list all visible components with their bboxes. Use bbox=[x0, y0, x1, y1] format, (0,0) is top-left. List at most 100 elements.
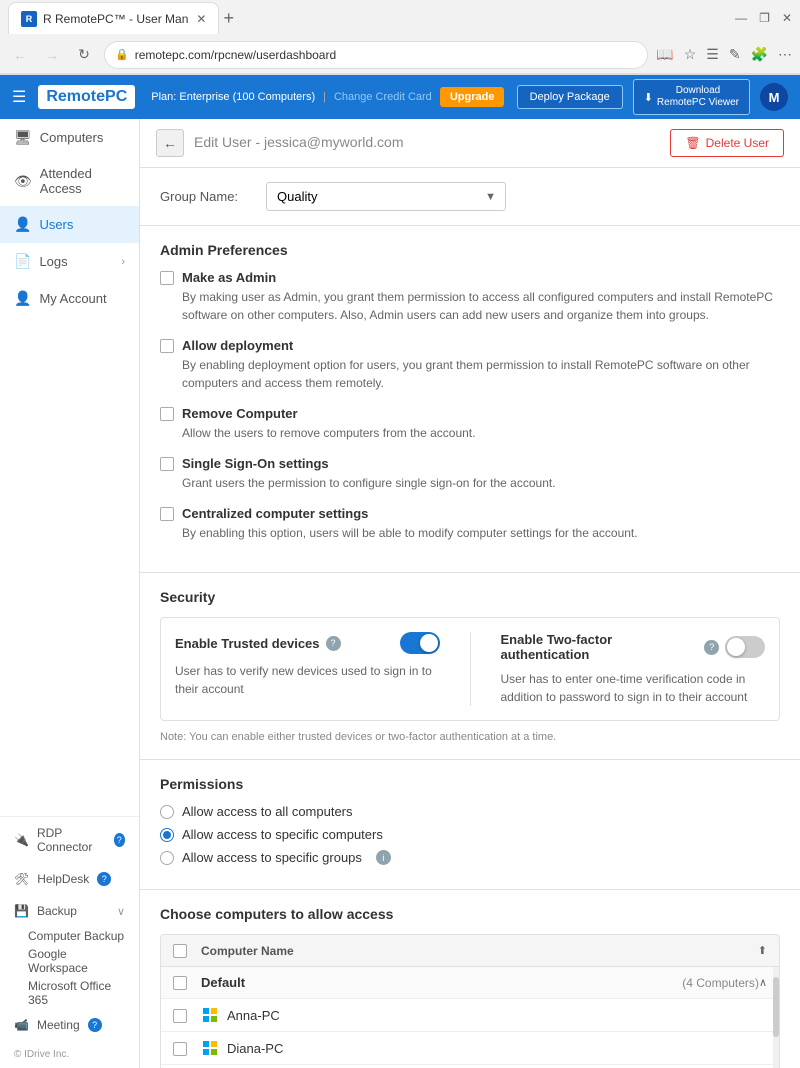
delete-user-button[interactable]: 🗑 Delete User bbox=[670, 129, 784, 157]
pref-remove-computer: Remove Computer Allow the users to remov… bbox=[160, 406, 780, 442]
group-default-name: Default bbox=[201, 975, 678, 990]
pref-centralized-computer: Centralized computer settings By enablin… bbox=[160, 506, 780, 542]
sort-icon[interactable]: ⬆ bbox=[758, 944, 767, 957]
trusted-devices-toggle[interactable] bbox=[400, 632, 440, 654]
topbar-right: Deploy Package ⬇ DownloadRemotePC Viewer… bbox=[517, 79, 788, 115]
header-checkbox[interactable] bbox=[173, 944, 187, 958]
sidebar-item-rdp-connector[interactable]: 🔌 RDP Connector ? bbox=[0, 817, 139, 863]
admin-preferences-title: Admin Preferences bbox=[160, 242, 780, 258]
anna-checkbox[interactable] bbox=[173, 1009, 187, 1023]
two-factor-toggle[interactable] bbox=[725, 636, 765, 658]
sidebar-item-users[interactable]: 👤 Users bbox=[0, 206, 139, 243]
diana-checkbox[interactable] bbox=[173, 1042, 187, 1056]
tab-close-icon[interactable]: ✕ bbox=[196, 12, 206, 26]
deploy-package-button[interactable]: Deploy Package bbox=[517, 85, 623, 109]
single-signon-desc: Grant users the permission to configure … bbox=[182, 474, 780, 492]
pref-allow-deployment: Allow deployment By enabling deployment … bbox=[160, 338, 780, 392]
sidebar-item-meeting[interactable]: 📹 Meeting ? bbox=[0, 1009, 139, 1041]
sidebar-item-computers[interactable]: 🖥 Computers bbox=[0, 119, 139, 156]
group-default-checkbox[interactable] bbox=[173, 976, 187, 990]
back-nav-button[interactable]: ← bbox=[8, 43, 32, 67]
specific-groups-info-icon[interactable]: i bbox=[376, 850, 391, 865]
permission-all-computers-radio[interactable] bbox=[160, 805, 174, 819]
back-button[interactable]: ← bbox=[156, 129, 184, 157]
permission-specific-groups-radio[interactable] bbox=[160, 851, 174, 865]
new-tab-button[interactable]: + bbox=[223, 8, 234, 29]
make-admin-checkbox[interactable] bbox=[160, 271, 174, 285]
computers-section: Choose computers to allow access Compute… bbox=[140, 890, 800, 1068]
allow-deployment-checkbox[interactable] bbox=[160, 339, 174, 353]
profile-icon[interactable]: ✎ bbox=[729, 46, 741, 63]
single-signon-label[interactable]: Single Sign-On settings bbox=[182, 456, 329, 471]
sidebar-label-users: Users bbox=[39, 217, 73, 232]
remove-computer-desc: Allow the users to remove computers from… bbox=[182, 424, 780, 442]
menu-icon[interactable]: ☰ bbox=[706, 46, 719, 63]
minimize-icon[interactable]: — bbox=[735, 11, 747, 25]
group-default-chevron-icon[interactable]: ∧ bbox=[759, 976, 767, 989]
user-avatar[interactable]: M bbox=[760, 83, 788, 111]
permissions-section: Permissions Allow access to all computer… bbox=[140, 760, 800, 890]
browser-tab[interactable]: R R RemotePC™ - User Man ✕ bbox=[8, 2, 219, 34]
allow-deployment-desc: By enabling deployment option for users,… bbox=[182, 356, 780, 392]
favorites-icon[interactable]: ☆ bbox=[684, 46, 697, 63]
two-factor-item: Enable Two-factor authentication ? User … bbox=[501, 632, 766, 706]
rdp-help-icon[interactable]: ? bbox=[114, 833, 125, 847]
two-factor-info-icon[interactable]: ? bbox=[704, 640, 719, 655]
address-bar[interactable]: 🔒 remotepc.com/rpcnew/userdashboard bbox=[104, 41, 648, 69]
permission-specific-groups-label: Allow access to specific groups bbox=[182, 850, 362, 865]
group-select[interactable]: Quality Default Engineering Marketing bbox=[266, 182, 506, 211]
computer-group-default[interactable]: Default (4 Computers) ∧ bbox=[161, 967, 779, 999]
two-factor-toggle-thumb bbox=[727, 638, 745, 656]
computers-table-header: Computer Name ⬆ bbox=[161, 935, 779, 967]
bookmarks-icon[interactable]: 📖 bbox=[656, 46, 673, 63]
sidebar-label-meeting: Meeting bbox=[37, 1018, 80, 1032]
diana-computer-name: Diana-PC bbox=[227, 1041, 283, 1056]
logs-arrow-icon: › bbox=[121, 256, 125, 268]
change-credit-link[interactable]: Change Credit Card bbox=[334, 91, 432, 103]
sidebar-item-google-workspace[interactable]: Google Workspace bbox=[0, 945, 139, 977]
group-name-label: Group Name: bbox=[160, 189, 250, 204]
hamburger-icon[interactable]: ☰ bbox=[12, 87, 26, 107]
reload-nav-button[interactable]: ↻ bbox=[72, 43, 96, 67]
sidebar-item-microsoft-office[interactable]: Microsoft Office 365 bbox=[0, 977, 139, 1009]
browser-tools: 📖 ☆ ☰ ✎ 🧩 ⋯ bbox=[656, 46, 792, 63]
make-admin-desc: By making user as Admin, you grant them … bbox=[182, 288, 780, 324]
allow-deployment-label[interactable]: Allow deployment bbox=[182, 338, 293, 353]
backup-icon: 💾 bbox=[14, 904, 29, 918]
sidebar-item-computer-backup[interactable]: Computer Backup bbox=[0, 927, 139, 945]
security-row: Enable Trusted devices ? User has to ver… bbox=[175, 632, 765, 706]
computers-scroll[interactable]: Default (4 Computers) ∧ bbox=[161, 967, 779, 1068]
sidebar-item-backup[interactable]: 💾 Backup ∨ bbox=[0, 895, 139, 927]
close-window-icon[interactable]: ✕ bbox=[782, 11, 792, 25]
remove-computer-checkbox[interactable] bbox=[160, 407, 174, 421]
scrollbar-thumb[interactable] bbox=[773, 977, 779, 1037]
helpdesk-help-icon[interactable]: ? bbox=[97, 872, 111, 886]
security-section: Security Enable Trusted devices ? bbox=[140, 573, 800, 760]
download-viewer-button[interactable]: ⬇ DownloadRemotePC Viewer bbox=[633, 79, 750, 115]
app-logo: RemotePC bbox=[38, 85, 135, 109]
single-signon-checkbox[interactable] bbox=[160, 457, 174, 471]
upgrade-button[interactable]: Upgrade bbox=[440, 87, 505, 107]
meeting-help-icon[interactable]: ? bbox=[88, 1018, 102, 1032]
sidebar-item-attended-access[interactable]: 👁 Attended Access bbox=[0, 156, 139, 206]
centralized-computer-checkbox[interactable] bbox=[160, 507, 174, 521]
forward-nav-button[interactable]: → bbox=[40, 43, 64, 67]
sidebar-item-my-account[interactable]: 👤 My Account bbox=[0, 280, 139, 317]
backup-arrow-icon: ∨ bbox=[117, 905, 125, 918]
make-admin-label[interactable]: Make as Admin bbox=[182, 270, 276, 285]
more-icon[interactable]: ⋯ bbox=[778, 46, 792, 63]
remove-computer-label[interactable]: Remove Computer bbox=[182, 406, 298, 421]
sidebar-item-helpdesk[interactable]: 🛠 HelpDesk ? bbox=[0, 863, 139, 895]
users-icon: 👤 bbox=[14, 216, 31, 233]
sidebar-label-google-workspace: Google Workspace bbox=[28, 947, 125, 975]
sidebar-item-logs[interactable]: 📄 Logs › bbox=[0, 243, 139, 280]
permission-specific-computers-radio[interactable] bbox=[160, 828, 174, 842]
sidebar-label-backup: Backup bbox=[37, 904, 77, 918]
logs-icon: 📄 bbox=[14, 253, 31, 270]
centralized-computer-label[interactable]: Centralized computer settings bbox=[182, 506, 368, 521]
maximize-icon[interactable]: ❐ bbox=[759, 11, 770, 25]
trusted-devices-toggle-thumb bbox=[420, 634, 438, 652]
trusted-devices-info-icon[interactable]: ? bbox=[326, 636, 341, 651]
meeting-icon: 📹 bbox=[14, 1018, 29, 1032]
extensions-icon[interactable]: 🧩 bbox=[751, 46, 768, 63]
